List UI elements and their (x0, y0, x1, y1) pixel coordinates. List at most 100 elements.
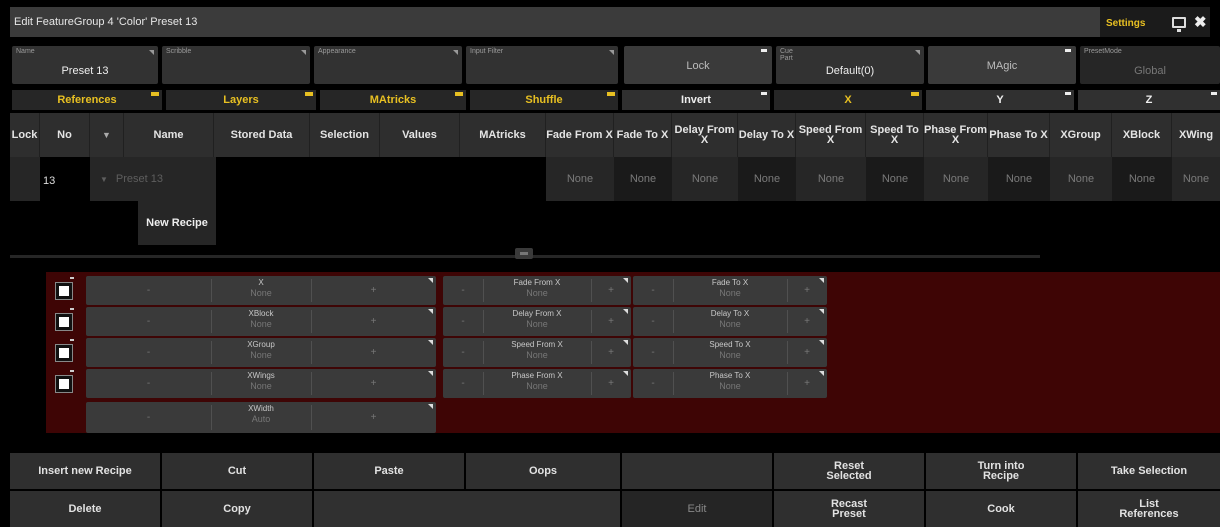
xgroup-control-row[interactable]: - XGroup None + (86, 338, 436, 367)
copy-button[interactable]: Copy (162, 491, 312, 527)
decrement-button[interactable]: - (86, 369, 211, 398)
col-values[interactable]: Values (380, 113, 460, 157)
decrement-button[interactable]: - (86, 276, 211, 305)
decrement-button[interactable]: - (443, 369, 483, 398)
edit-button[interactable]: Edit (622, 491, 772, 527)
phase-to-x-control[interactable]: - Phase To X None + (633, 369, 827, 398)
tab-invert[interactable]: Invert (622, 90, 770, 110)
checkbox[interactable] (55, 282, 73, 300)
col-speed-to-x[interactable]: Speed To X (866, 113, 924, 157)
fade-from-x-cell[interactable]: None (546, 157, 614, 201)
list-references-button[interactable]: List References (1078, 491, 1220, 527)
decrement-button[interactable]: - (86, 402, 211, 433)
col-expand-arrow-icon[interactable]: ▼ (90, 113, 124, 157)
col-speed-from-x[interactable]: Speed From X (796, 113, 866, 157)
speed-from-x-cell[interactable]: None (796, 157, 866, 201)
reset-selected-button[interactable]: Reset Selected (774, 453, 924, 489)
delay-to-x-control[interactable]: - Delay To X None + (633, 307, 827, 336)
tab-z[interactable]: Z (1078, 90, 1220, 110)
settings-button[interactable]: Settings (1106, 18, 1145, 29)
delay-from-x-cell[interactable]: None (672, 157, 738, 201)
expand-arrow-icon[interactable]: ▼ (100, 175, 108, 184)
tab-references[interactable]: References (12, 90, 162, 110)
speed-to-x-cell[interactable]: None (866, 157, 924, 201)
xwidth-control-row[interactable]: - XWidth Auto + (86, 402, 436, 433)
col-phase-to-x[interactable]: Phase To X (988, 113, 1050, 157)
increment-button[interactable]: + (311, 369, 436, 398)
monitor-icon[interactable] (1172, 17, 1186, 32)
tab-y[interactable]: Y (926, 90, 1074, 110)
phase-from-x-cell[interactable]: None (924, 157, 988, 201)
xblock-control-row[interactable]: - XBlock None + (86, 307, 436, 336)
decrement-button[interactable]: - (633, 276, 673, 305)
increment-button[interactable]: + (311, 402, 436, 433)
splitter-grip[interactable] (515, 248, 533, 259)
checkbox[interactable] (55, 375, 73, 393)
checkbox[interactable] (55, 344, 73, 362)
speed-from-x-control[interactable]: - Speed From X None + (443, 338, 631, 367)
col-xgroup[interactable]: XGroup (1050, 113, 1112, 157)
close-icon[interactable]: ✖ (1194, 13, 1207, 31)
take-selection-button[interactable]: Take Selection (1078, 453, 1220, 489)
lock-cell[interactable] (10, 157, 40, 201)
cook-button[interactable]: Cook (926, 491, 1076, 527)
col-xblock[interactable]: XBlock (1112, 113, 1172, 157)
decrement-button[interactable]: - (86, 307, 211, 336)
col-matricks[interactable]: MAtricks (460, 113, 546, 157)
decrement-button[interactable]: - (443, 338, 483, 367)
oops-button[interactable]: Oops (466, 453, 620, 489)
cue-part-field[interactable]: Cue Part Default(0) (776, 46, 924, 84)
tab-layers[interactable]: Layers (166, 90, 316, 110)
col-phase-from-x[interactable]: Phase From X (924, 113, 988, 157)
xwings-control-row[interactable]: - XWings None + (86, 369, 436, 398)
recast-preset-button[interactable]: Recast Preset (774, 491, 924, 527)
input-filter-field[interactable]: Input Filter (466, 46, 618, 84)
decrement-button[interactable]: - (633, 307, 673, 336)
col-name[interactable]: Name (124, 113, 214, 157)
delay-to-x-cell[interactable]: None (738, 157, 796, 201)
paste-button[interactable]: Paste (314, 453, 464, 489)
name-cell[interactable]: ▼ Preset 13 (90, 157, 216, 201)
col-lock[interactable]: Lock (10, 113, 40, 157)
x-control-row[interactable]: - X None + (86, 276, 436, 305)
scribble-field[interactable]: Scribble (162, 46, 310, 84)
lock-button[interactable]: Lock (624, 46, 772, 84)
delay-from-x-control[interactable]: - Delay From X None + (443, 307, 631, 336)
increment-button[interactable]: + (311, 307, 436, 336)
name-field[interactable]: Name Preset 13 (12, 46, 158, 84)
no-cell[interactable]: 13 (40, 157, 90, 201)
delete-button[interactable]: Delete (10, 491, 160, 527)
turn-into-recipe-button[interactable]: Turn into Recipe (926, 453, 1076, 489)
tab-matricks[interactable]: MAtricks (320, 90, 466, 110)
phase-to-x-cell[interactable]: None (988, 157, 1050, 201)
magic-button[interactable]: MAgic (928, 46, 1076, 84)
decrement-button[interactable]: - (86, 338, 211, 367)
fade-to-x-control[interactable]: - Fade To X None + (633, 276, 827, 305)
col-xwing[interactable]: XWing (1172, 113, 1220, 157)
decrement-button[interactable]: - (633, 369, 673, 398)
cut-button[interactable]: Cut (162, 453, 312, 489)
col-fade-from-x[interactable]: Fade From X (546, 113, 614, 157)
increment-button[interactable]: + (311, 276, 436, 305)
tab-x[interactable]: X (774, 90, 922, 110)
col-stored-data[interactable]: Stored Data (214, 113, 310, 157)
xblock-cell[interactable]: None (1112, 157, 1172, 201)
col-delay-from-x[interactable]: Delay From X (672, 113, 738, 157)
fade-to-x-cell[interactable]: None (614, 157, 672, 201)
tab-shuffle[interactable]: Shuffle (470, 90, 618, 110)
decrement-button[interactable]: - (443, 276, 483, 305)
xwing-cell[interactable]: None (1172, 157, 1220, 201)
col-no[interactable]: No (40, 113, 90, 157)
fade-from-x-control[interactable]: - Fade From X None + (443, 276, 631, 305)
col-delay-to-x[interactable]: Delay To X (738, 113, 796, 157)
speed-to-x-control[interactable]: - Speed To X None + (633, 338, 827, 367)
checkbox[interactable] (55, 313, 73, 331)
xgroup-cell[interactable]: None (1050, 157, 1112, 201)
phase-from-x-control[interactable]: - Phase From X None + (443, 369, 631, 398)
appearance-field[interactable]: Appearance (314, 46, 462, 84)
col-selection[interactable]: Selection (310, 113, 380, 157)
decrement-button[interactable]: - (443, 307, 483, 336)
col-fade-to-x[interactable]: Fade To X (614, 113, 672, 157)
new-recipe-button[interactable]: New Recipe (138, 201, 216, 245)
insert-new-recipe-button[interactable]: Insert new Recipe (10, 453, 160, 489)
